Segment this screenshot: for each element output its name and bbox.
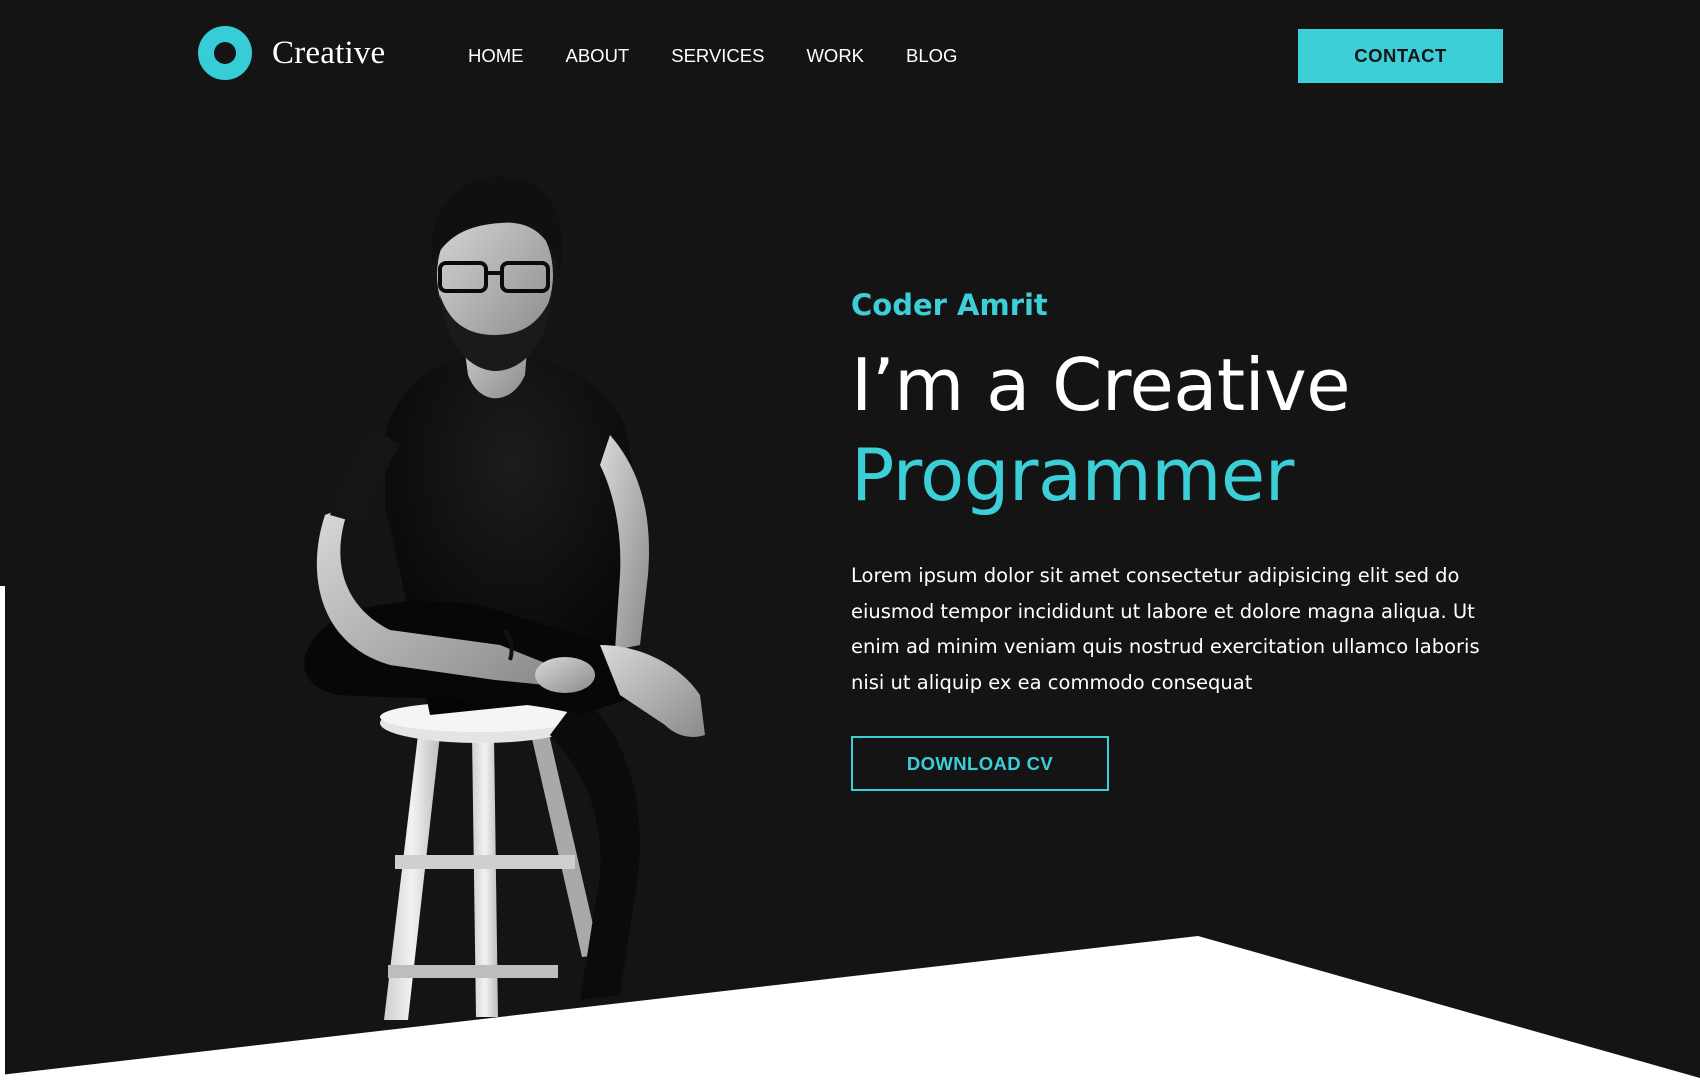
hero-portrait (304, 176, 705, 1020)
nav-services[interactable]: SERVICES (671, 42, 764, 70)
left-edge-stripe (0, 586, 5, 1082)
nav-blog[interactable]: BLOG (906, 42, 957, 70)
nav-about[interactable]: ABOUT (566, 42, 630, 70)
brand-logo[interactable]: Creative (198, 26, 385, 80)
contact-button[interactable]: CONTACT (1298, 29, 1503, 83)
hero-headline-line2: Programmer (851, 433, 1294, 517)
hero-intro: Lorem ipsum dolor sit amet consectetur a… (851, 564, 1480, 694)
hero-headline: I’m a Creative Programmer (851, 340, 1511, 520)
ring-logo-icon (198, 26, 252, 80)
hero-headline-line1: I’m a Creative (851, 343, 1351, 427)
nav-home[interactable]: HOME (468, 42, 524, 70)
brand-name: Creative (272, 34, 386, 71)
hero-content: Coder Amrit I’m a Creative Programmer Lo… (851, 286, 1511, 791)
page: Creative HOME ABOUT SERVICES WORK BLOG C… (0, 0, 1700, 1082)
main-nav: HOME ABOUT SERVICES WORK BLOG (468, 42, 999, 70)
nav-work[interactable]: WORK (806, 42, 864, 70)
download-cv-button[interactable]: DOWNLOAD CV (851, 736, 1109, 791)
hero-subtitle: Coder Amrit (851, 288, 1048, 322)
